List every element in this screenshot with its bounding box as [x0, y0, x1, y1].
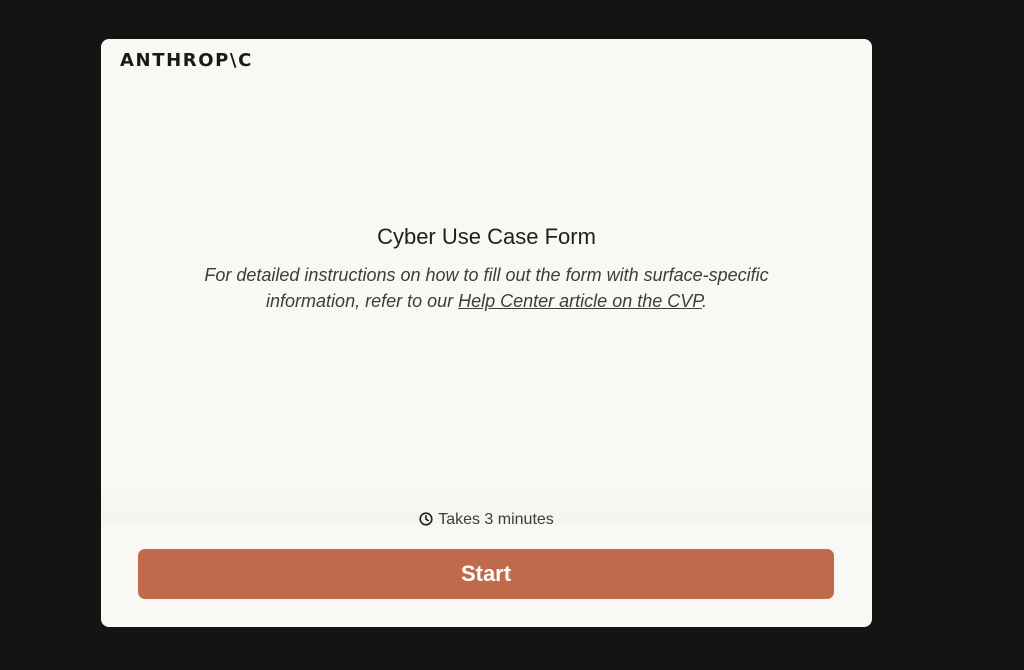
form-title: Cyber Use Case Form: [377, 224, 596, 249]
form-intro: Cyber Use Case Form For detailed instruc…: [101, 224, 872, 314]
form-card: ANTHROP\C Cyber Use Case Form For detail…: [101, 39, 872, 627]
start-button[interactable]: Start: [138, 549, 834, 599]
description-period: .: [701, 291, 707, 311]
help-center-link[interactable]: Help Center article on the CVP: [458, 291, 702, 311]
duration-info: Takes 3 minutes: [101, 510, 872, 532]
anthropic-logo: ANTHROP\C: [120, 50, 253, 71]
clock-icon: [419, 512, 433, 532]
form-description: For detailed instructions on how to fill…: [157, 262, 817, 314]
duration-text: Takes 3 minutes: [438, 511, 554, 528]
